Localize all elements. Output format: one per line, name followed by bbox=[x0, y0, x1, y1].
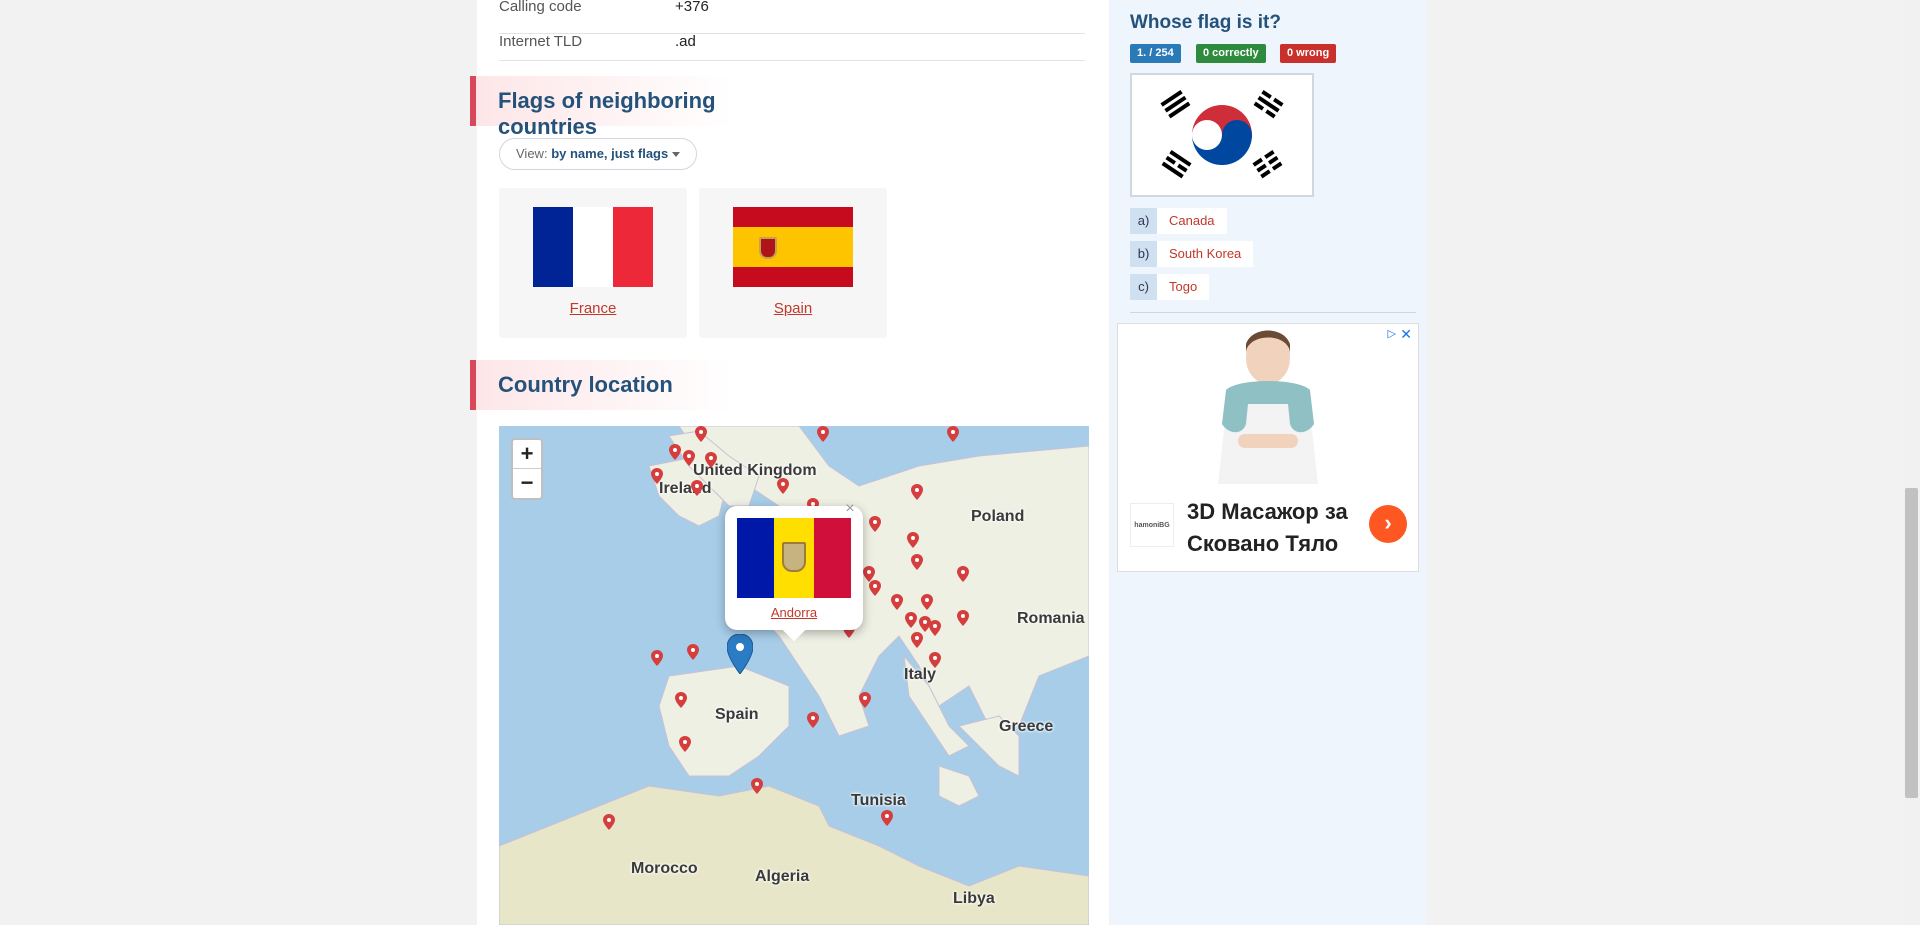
map-marker-icon[interactable] bbox=[859, 692, 871, 708]
map-label-libya: Libya bbox=[953, 890, 995, 907]
neighbor-link-france[interactable]: France bbox=[499, 300, 687, 317]
location-title: Country location bbox=[498, 372, 673, 397]
calling-code-value: +376 bbox=[675, 0, 709, 15]
map-label-poland: Poland bbox=[971, 508, 1025, 525]
quiz-flag-south-korea bbox=[1130, 73, 1314, 197]
neighbors-title: Flags of neighboring countries bbox=[498, 88, 716, 139]
advertisement[interactable]: ▷ ✕ hamoniBG 3D Масажор за Сковано Тяло … bbox=[1117, 323, 1419, 572]
map-marker-icon[interactable] bbox=[807, 712, 819, 728]
map-marker-icon[interactable] bbox=[881, 810, 893, 826]
map-marker-icon[interactable] bbox=[869, 516, 881, 532]
map-marker-icon[interactable] bbox=[777, 478, 789, 494]
map-marker-icon[interactable] bbox=[907, 532, 919, 548]
map-marker-icon[interactable] bbox=[691, 480, 703, 496]
zoom-out-button[interactable]: − bbox=[513, 469, 541, 498]
scrollbar-thumb[interactable] bbox=[1905, 488, 1918, 798]
ad-close-icon[interactable]: ✕ bbox=[1400, 326, 1412, 343]
map-marker-icon[interactable] bbox=[957, 566, 969, 582]
answer-letter: a) bbox=[1130, 208, 1157, 234]
map-label-spain: Spain bbox=[715, 706, 759, 723]
neighbors-section-title: Flags of neighboring countries bbox=[470, 76, 820, 139]
popup-close-icon[interactable]: × bbox=[841, 500, 859, 518]
map-marker-icon[interactable] bbox=[603, 814, 615, 830]
map-marker-icon[interactable] bbox=[679, 736, 691, 752]
quiz-answer-c[interactable]: c) Togo bbox=[1130, 274, 1210, 300]
ad-headline[interactable]: 3D Масажор за Сковано Тяло bbox=[1187, 496, 1367, 560]
map-marker-icon[interactable] bbox=[651, 468, 663, 484]
quiz-sidebar: Whose flag is it? 1. / 254 0 correctly 0… bbox=[1110, 0, 1426, 925]
spain-flag bbox=[733, 207, 853, 287]
location-section-title: Country location bbox=[470, 360, 820, 410]
map-marker-icon[interactable] bbox=[911, 554, 923, 570]
main-content: Calling code +376 Internet TLD .ad Flags… bbox=[470, 0, 1109, 925]
ad-logo: hamoniBG bbox=[1130, 503, 1174, 547]
map-land bbox=[499, 426, 1089, 925]
map-marker-icon[interactable] bbox=[957, 610, 969, 626]
ad-info-icon[interactable]: ▷ bbox=[1388, 327, 1396, 340]
answer-letter: b) bbox=[1130, 241, 1157, 267]
page-scrollbar[interactable] bbox=[1903, 0, 1920, 925]
map-label-algeria: Algeria bbox=[755, 868, 810, 885]
quiz-progress-badge: 1. / 254 bbox=[1130, 44, 1181, 63]
quiz-answer-a[interactable]: a) Canada bbox=[1130, 208, 1227, 234]
map-marker-icon[interactable] bbox=[921, 594, 933, 610]
map-marker-icon[interactable] bbox=[869, 580, 881, 596]
map-marker-icon[interactable] bbox=[687, 644, 699, 660]
quiz-wrong-badge: 0 wrong bbox=[1280, 44, 1337, 63]
map-marker-icon[interactable] bbox=[911, 484, 923, 500]
tld-label: Internet TLD bbox=[499, 33, 583, 50]
view-dropdown[interactable]: View: by name, just flags bbox=[499, 138, 697, 170]
map-marker-icon[interactable] bbox=[705, 452, 717, 468]
neighbor-link-spain[interactable]: Spain bbox=[699, 300, 887, 317]
map-marker-icon[interactable] bbox=[751, 778, 763, 794]
map-label-greece: Greece bbox=[999, 718, 1054, 735]
map-marker-icon[interactable] bbox=[651, 650, 663, 666]
map-marker-icon[interactable] bbox=[929, 620, 941, 636]
ad-image bbox=[1218, 330, 1318, 484]
map-marker-icon[interactable] bbox=[669, 444, 681, 460]
map-label-tunisia: Tunisia bbox=[851, 792, 906, 809]
info-row-calling-code: Calling code +376 bbox=[499, 0, 1085, 34]
south-korea-flag bbox=[1132, 75, 1312, 195]
quiz-correct-badge: 0 correctly bbox=[1196, 44, 1266, 63]
neighbor-card-france[interactable]: France bbox=[499, 188, 687, 338]
quiz-title: Whose flag is it? bbox=[1130, 12, 1281, 33]
map-marker-icon[interactable] bbox=[929, 652, 941, 668]
andorra-marker-icon[interactable] bbox=[727, 634, 753, 674]
neighbor-card-spain[interactable]: Spain bbox=[699, 188, 887, 338]
info-row-tld: Internet TLD .ad bbox=[499, 33, 1085, 61]
calling-code-label: Calling code bbox=[499, 0, 582, 15]
map-label-romania: Romania bbox=[1017, 610, 1085, 627]
andorra-popup: Andorra × bbox=[725, 500, 863, 642]
answer-text: South Korea bbox=[1157, 241, 1254, 267]
map-marker-icon[interactable] bbox=[675, 692, 687, 708]
country-map[interactable]: United Kingdom Ireland Poland Romania It… bbox=[499, 426, 1089, 925]
map-marker-icon[interactable] bbox=[891, 594, 903, 610]
map-marker-icon[interactable] bbox=[817, 426, 829, 442]
map-marker-icon[interactable] bbox=[947, 426, 959, 442]
map-label-italy: Italy bbox=[904, 666, 937, 683]
france-flag bbox=[533, 207, 653, 287]
tld-value: .ad bbox=[675, 33, 696, 50]
map-marker-icon[interactable] bbox=[695, 426, 707, 442]
answer-text: Togo bbox=[1157, 274, 1210, 300]
map-marker-icon[interactable] bbox=[905, 612, 917, 628]
map-label-ireland: Ireland bbox=[659, 480, 712, 497]
view-value: by name, just flags bbox=[551, 146, 669, 161]
map-marker-icon[interactable] bbox=[911, 632, 923, 648]
sidebar-divider bbox=[1130, 312, 1416, 313]
answer-letter: c) bbox=[1130, 274, 1157, 300]
andorra-flag bbox=[737, 518, 852, 598]
ad-go-button[interactable]: › bbox=[1369, 505, 1407, 543]
zoom-in-button[interactable]: + bbox=[513, 440, 541, 469]
zoom-control: + − bbox=[511, 438, 543, 500]
chevron-down-icon bbox=[672, 152, 680, 157]
map-label-morocco: Morocco bbox=[631, 860, 698, 877]
answer-text: Canada bbox=[1157, 208, 1227, 234]
map-marker-icon[interactable] bbox=[683, 450, 695, 466]
quiz-answer-b[interactable]: b) South Korea bbox=[1130, 241, 1254, 267]
view-label: View: bbox=[516, 146, 548, 161]
